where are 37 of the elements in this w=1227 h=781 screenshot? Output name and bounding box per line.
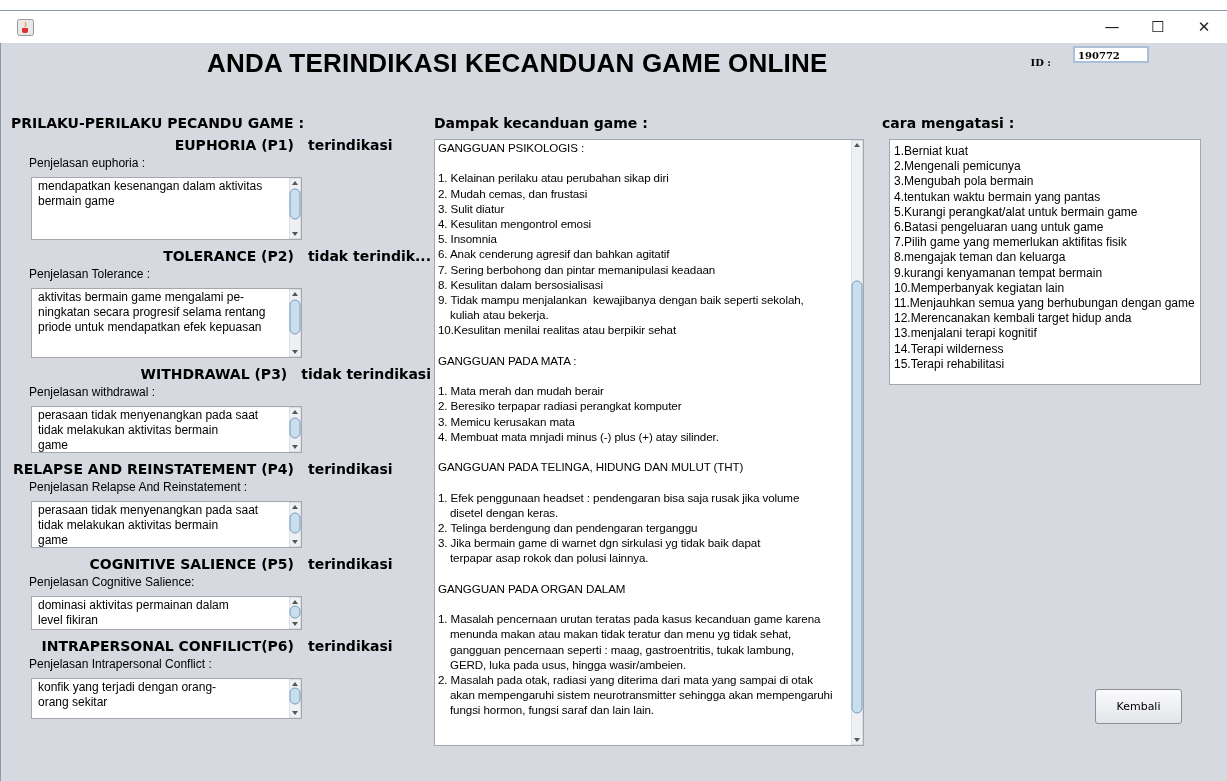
indication-status: terindikasi	[308, 461, 393, 477]
indication-status: tidak terindikasi	[301, 366, 431, 382]
indication-status: terindikasi	[308, 556, 393, 572]
back-button[interactable]: Kembali	[1095, 689, 1182, 724]
maximize-button[interactable]: ☐	[1135, 18, 1181, 36]
explanation-label: Penjelasan Cognitive Salience:	[29, 575, 196, 589]
indication-status: terindikasi	[308, 137, 393, 153]
behavior-name: INTRAPERSONAL CONFILICT(P6)	[40, 638, 294, 654]
behavior-name: WITHDRAWAL (P3)	[139, 366, 288, 382]
behavior-name: RELAPSE AND REINSTATEMENT (P4)	[11, 461, 294, 477]
behaviors-heading: PRILAKU-PERILAKU PECANDU GAME :	[11, 115, 305, 133]
behavior-name: EUPHORIA (P1)	[173, 137, 294, 153]
indication-status: terindikasi	[308, 638, 393, 654]
solutions-heading: cara mengatasi :	[882, 115, 1016, 133]
scrollbar[interactable]	[851, 140, 863, 745]
scrollbar[interactable]	[289, 178, 301, 239]
explanation-label: Penjelasan Tolerance :	[29, 267, 152, 281]
impact-heading: Dampak kecanduan game :	[434, 115, 649, 133]
scrollbar[interactable]	[289, 502, 301, 547]
coffee-cup-icon	[17, 18, 34, 36]
id-label: ID :	[1030, 57, 1052, 68]
minimize-button[interactable]: —	[1089, 18, 1135, 36]
page-title: ANDA TERINDIKASI KECANDUAN GAME ONLINE	[207, 48, 828, 79]
explanation-label: Penjelasan Relapse And Reinstatement :	[29, 480, 249, 494]
explanation-label: Penjelasan withdrawal :	[29, 385, 157, 399]
explanation-label: Penjelasan Intrapersonal Conflict :	[29, 657, 213, 671]
scrollbar[interactable]	[289, 289, 301, 357]
behavior-name: COGNITIVE SALIENCE (P5)	[88, 556, 294, 572]
behavior-name: TOLERANCE (P2)	[162, 248, 294, 264]
solutions-text[interactable]: 1.Berniat kuat 2.Mengenali pemicunya 3.Mengubah pola bermain 4.tentukan waktu bermain yang pantas 5.Kurangi perangkat/alat untuk bermain game 6.Batasi pengeluaran uang untuk game 7.Pilih game yang memerlukan aktifitas fisik 8.mengajak teman dan keluarga 9.kurangi kenyamanan tempat bermain 10.Memperbanyak kegiatan lain 11.Menjauhkan semua yang berhubungan dengan game 12.Merencanakan kembali target hidup anda 13.menjalani terapi kognitif 14.Terapi wilderness 15.Terapi rehabilitasi	[889, 139, 1201, 385]
scrollbar[interactable]	[289, 407, 301, 452]
close-button[interactable]: ✕	[1181, 18, 1227, 36]
indication-status: tidak terindik...	[307, 248, 431, 264]
id-field[interactable]: 190772	[1073, 46, 1150, 63]
scrollbar[interactable]	[289, 597, 301, 629]
scrollbar[interactable]	[289, 679, 301, 718]
explanation-label: Penjelasan euphoria :	[29, 156, 147, 170]
